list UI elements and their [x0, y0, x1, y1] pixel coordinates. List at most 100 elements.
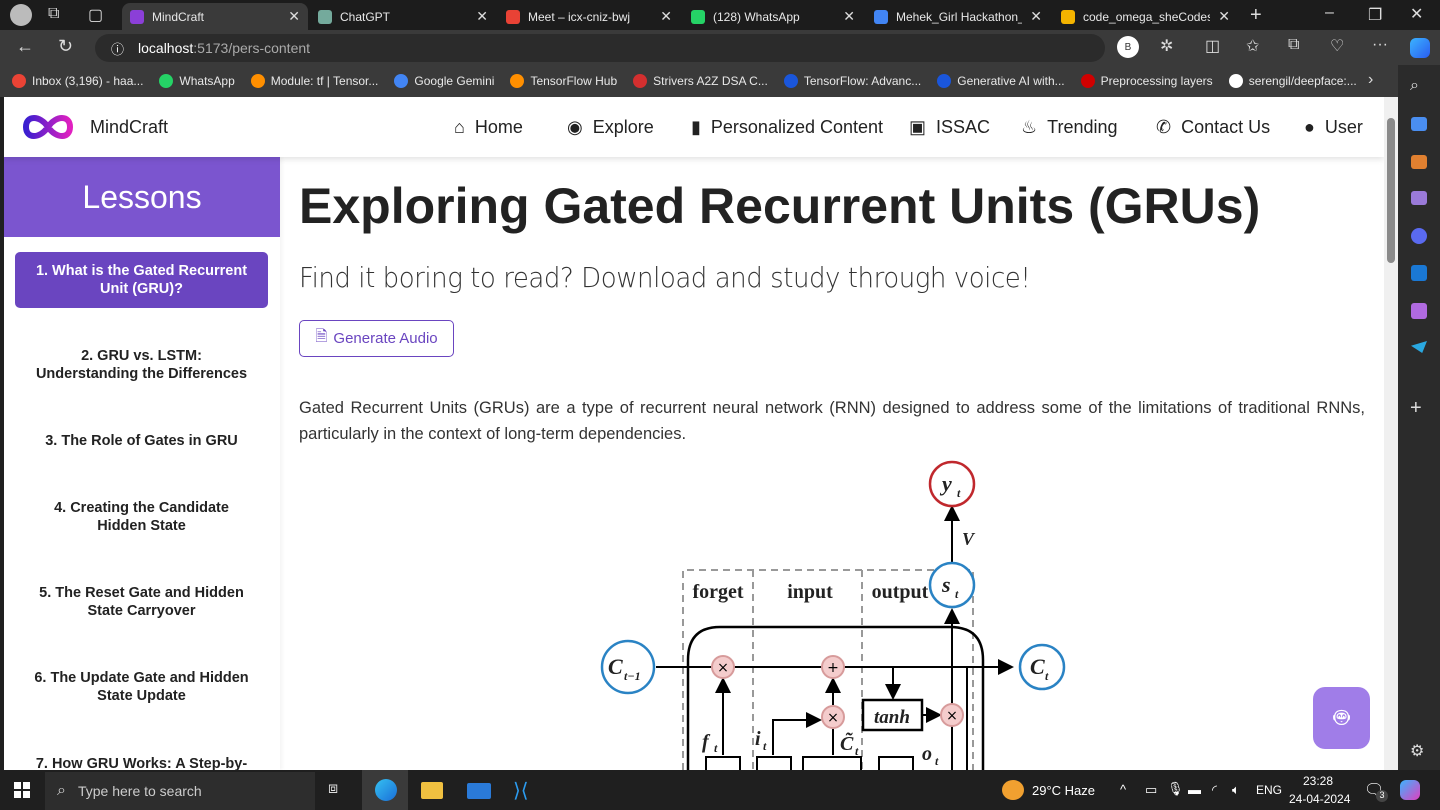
nav-trending[interactable]: ♨ Trending: [1021, 117, 1118, 138]
copilot-app-icon[interactable]: [1411, 228, 1427, 244]
telegram-icon[interactable]: [1411, 341, 1427, 353]
lesson-item[interactable]: 7. How GRU Works: A Step-by-: [15, 745, 268, 770]
tab-favicon-icon: [318, 9, 332, 24]
vscode-icon[interactable]: ⟩⟨: [513, 778, 529, 803]
volume-icon[interactable]: 🔈︎: [1232, 782, 1240, 798]
nav-label: Personalized Content: [710, 117, 884, 137]
bookmark-item[interactable]: WhatsApp: [159, 74, 235, 88]
nav-personalized-content[interactable]: ▮ Personalized Content: [691, 117, 883, 138]
browser-tab[interactable]: Mehek_Girl Hackathon_2 ✕: [866, 3, 1050, 30]
mail-icon[interactable]: [467, 783, 491, 799]
bookmark-label: Module: tf | Tensor...: [270, 74, 379, 88]
language-indicator[interactable]: ENG: [1256, 783, 1282, 797]
close-tab-icon[interactable]: ✕: [1218, 8, 1230, 25]
battery-icon[interactable]: ▬: [1188, 782, 1201, 797]
close-tab-icon[interactable]: ✕: [660, 8, 672, 25]
notification-count: 3: [1376, 790, 1388, 802]
meet-now-icon[interactable]: ▭: [1145, 782, 1157, 798]
address-bar[interactable]: ⓘ localhost:5173/pers-content: [95, 34, 1105, 62]
ot-label: o: [922, 743, 932, 765]
scrollbar-thumb[interactable]: [1387, 118, 1395, 263]
generate-audio-button[interactable]: 🗎 Generate Audio: [299, 320, 454, 357]
refresh-icon[interactable]: ↻: [58, 36, 73, 57]
favorites-icon[interactable]: ✩: [1246, 36, 1259, 56]
close-window-button[interactable]: ✕: [1410, 4, 1423, 24]
microphone-icon[interactable]: 🎙︎: [1167, 781, 1184, 797]
extensions-icon[interactable]: ✲: [1160, 36, 1173, 56]
tab-actions-icon[interactable]: ▢: [88, 5, 103, 25]
chatbot-button[interactable]: 🤖︎: [1313, 687, 1370, 749]
generate-audio-label: Generate Audio: [333, 330, 438, 347]
nav-4-icon: ♨: [1021, 117, 1038, 137]
add-icon[interactable]: +: [1410, 397, 1422, 420]
copilot-taskbar-icon[interactable]: [1400, 780, 1420, 800]
new-tab-button[interactable]: +: [1250, 4, 1262, 27]
restore-button[interactable]: ❐: [1368, 5, 1382, 25]
split-screen-icon[interactable]: ◫: [1205, 36, 1220, 56]
ct-minus-1-label: C: [608, 654, 623, 679]
lesson-item[interactable]: 1. What is the Gated Recurrent Unit (GRU…: [15, 252, 268, 308]
windows-start-icon[interactable]: [14, 782, 30, 798]
collections-icon[interactable]: ⧉: [1288, 36, 1299, 54]
gru-diagram: × + × × forget input output tanh y s V C C…: [600, 460, 1066, 770]
nav-home[interactable]: ⌂ Home: [454, 117, 523, 138]
browser-tab[interactable]: code_omega_sheCodes.p ✕: [1053, 3, 1238, 30]
nav-user[interactable]: ● User: [1304, 117, 1363, 138]
nav-contact-us[interactable]: ✆ Contact Us: [1156, 117, 1270, 138]
bookmark-item[interactable]: Preprocessing layers: [1080, 74, 1213, 88]
nav-issac[interactable]: ▣ ISSAC: [909, 117, 990, 138]
tools-icon[interactable]: [1411, 155, 1427, 169]
bookmark-item[interactable]: serengil/deepface:...: [1228, 74, 1357, 88]
taskbar-search[interactable]: ⌕ Type here to search: [45, 772, 315, 810]
browser-tab[interactable]: MindCraft ✕: [122, 3, 308, 30]
clock-time[interactable]: 23:28: [1303, 774, 1333, 788]
browser-tab[interactable]: (128) WhatsApp ✕: [683, 3, 863, 30]
wifi-icon[interactable]: ◜: [1212, 782, 1217, 798]
bookmark-item[interactable]: Module: tf | Tensor...: [250, 74, 379, 88]
designer-icon[interactable]: [1411, 303, 1427, 319]
browser-essentials-icon[interactable]: ♡: [1330, 36, 1344, 56]
copilot-icon[interactable]: [1410, 38, 1430, 58]
show-hidden-icons[interactable]: ^: [1120, 782, 1126, 797]
nav-explore[interactable]: ◉ Explore: [567, 117, 654, 138]
lesson-item[interactable]: 5. The Reset Gate and Hidden State Carry…: [15, 574, 268, 630]
edge-taskbar-button[interactable]: [362, 770, 408, 810]
browser-tab[interactable]: Meet – icx-cniz-bwj ✕: [498, 3, 680, 30]
search-icon[interactable]: ⌕: [1410, 77, 1419, 95]
task-view-icon[interactable]: ⧈: [328, 780, 338, 798]
more-bookmarks-icon[interactable]: ›: [1368, 71, 1373, 89]
weather-text[interactable]: 29°C Haze: [1032, 783, 1095, 798]
bookmark-item[interactable]: TensorFlow: Advanc...: [783, 74, 921, 88]
file-explorer-icon[interactable]: [421, 782, 443, 799]
bookmark-item[interactable]: Google Gemini: [394, 74, 494, 88]
tanh-label: tanh: [874, 707, 910, 728]
outlook-icon[interactable]: [1411, 265, 1427, 281]
bookmark-item[interactable]: TensorFlow Hub: [510, 74, 617, 88]
shopping-icon[interactable]: [1411, 117, 1427, 131]
bookmark-item[interactable]: Strivers A2Z DSA C...: [633, 74, 768, 88]
plus-icon: +: [827, 660, 839, 676]
games-icon[interactable]: [1411, 191, 1427, 205]
bookmark-item[interactable]: Inbox (3,196) - haa...: [12, 74, 143, 88]
back-icon[interactable]: ←: [16, 36, 34, 57]
lesson-item[interactable]: 4. Creating the Candidate Hidden State: [15, 489, 268, 545]
profile-avatar[interactable]: B: [1117, 36, 1139, 58]
brand[interactable]: MindCraft: [22, 111, 168, 143]
settings-icon[interactable]: ⚙: [1410, 741, 1424, 761]
site-info-icon[interactable]: ⓘ: [111, 39, 124, 58]
workspaces-icon[interactable]: ⧉: [48, 5, 59, 23]
bookmark-item[interactable]: Generative AI with...: [937, 74, 1065, 88]
lesson-item[interactable]: 6. The Update Gate and Hidden State Upda…: [15, 659, 268, 715]
close-tab-icon[interactable]: ✕: [288, 8, 300, 25]
weather-icon[interactable]: [1002, 780, 1024, 800]
minimize-button[interactable]: –: [1325, 4, 1334, 22]
lesson-item[interactable]: 2. GRU vs. LSTM: Understanding the Diffe…: [15, 337, 268, 393]
close-tab-icon[interactable]: ✕: [843, 8, 855, 25]
more-icon[interactable]: ···: [1372, 36, 1388, 54]
close-tab-icon[interactable]: ✕: [1030, 8, 1042, 25]
clock-date[interactable]: 24-04-2024: [1289, 792, 1350, 806]
close-tab-icon[interactable]: ✕: [476, 8, 488, 25]
lesson-item[interactable]: 3. The Role of Gates in GRU: [15, 422, 268, 460]
browser-tab[interactable]: ChatGPT ✕: [310, 3, 496, 30]
profile-icon[interactable]: [10, 4, 32, 26]
